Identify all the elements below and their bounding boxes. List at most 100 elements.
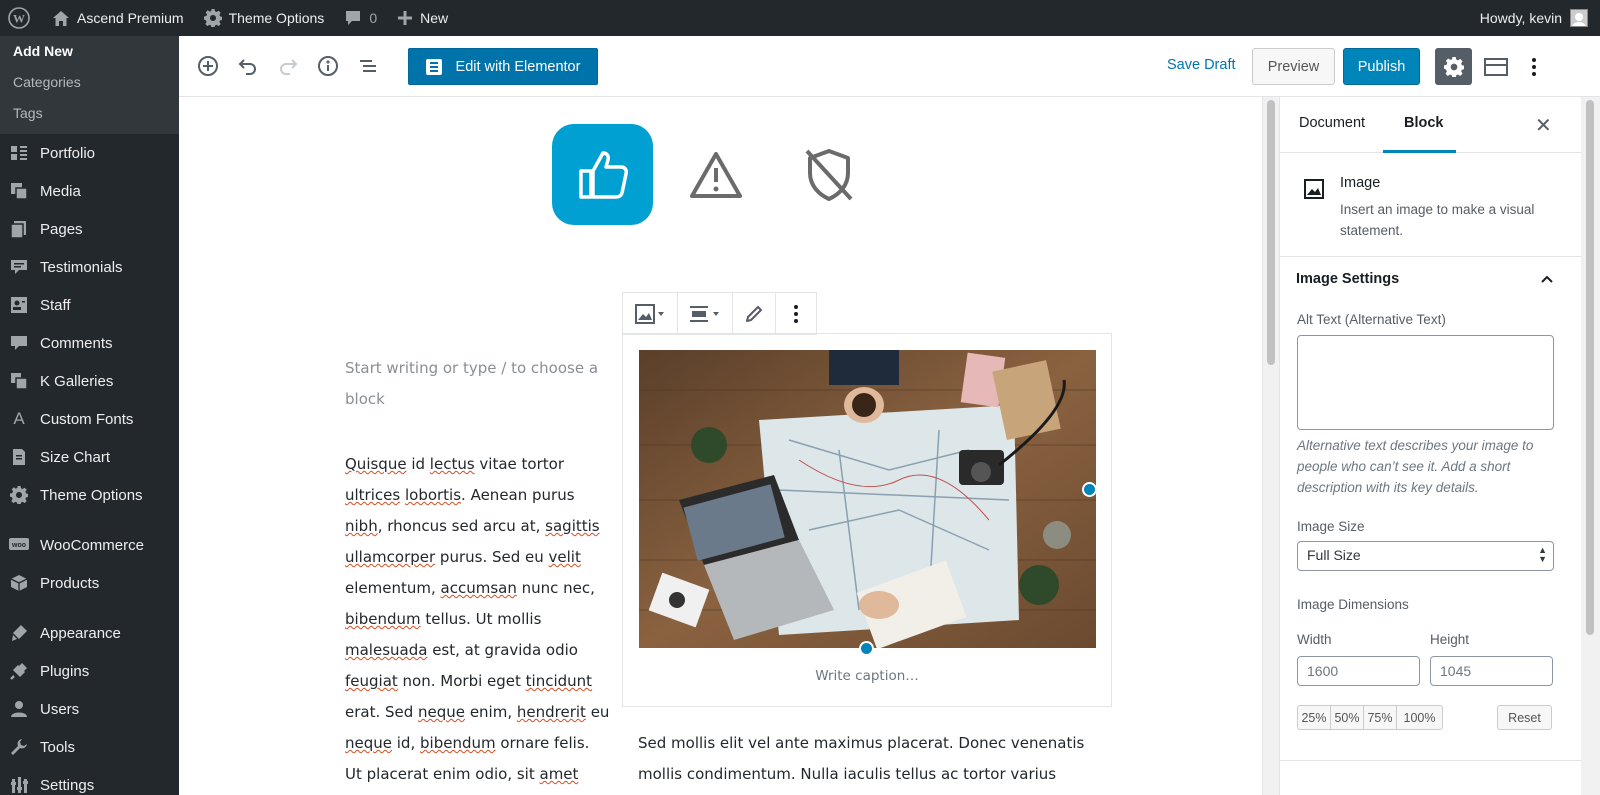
paragraph-line: mollis condimentum. Nulla iaculis tellus… — [638, 765, 1057, 783]
wordpress-logo-icon[interactable]: W — [0, 0, 38, 36]
thumbs-up-tile[interactable] — [552, 124, 653, 225]
sidebar-item-testimonials[interactable]: Testimonials — [0, 248, 179, 286]
scale-100-button[interactable]: 100% — [1397, 706, 1442, 729]
tab-block[interactable]: Block — [1404, 115, 1444, 131]
image-dimensions-label: Image Dimensions — [1297, 597, 1409, 612]
sidebar-item-products[interactable]: Products — [0, 564, 179, 602]
block-placeholder[interactable]: Start writing or type / to choose a bloc… — [345, 353, 605, 415]
menu-separator — [0, 602, 179, 614]
image-settings-heading[interactable]: Image Settings — [1296, 271, 1399, 287]
image-icon — [1303, 178, 1325, 205]
publish-button[interactable]: Publish — [1343, 48, 1420, 85]
sidebar-item-size-chart[interactable]: Size Chart — [0, 438, 179, 476]
menu-separator — [0, 514, 179, 526]
width-input[interactable]: 1600 — [1297, 656, 1420, 686]
sidebar-item-label: Comments — [40, 334, 113, 352]
alt-text-input[interactable] — [1297, 335, 1554, 430]
submenu-item-tags[interactable]: Tags — [0, 101, 179, 132]
more-options-button[interactable] — [1515, 48, 1552, 85]
change-block-type-button[interactable] — [623, 293, 678, 334]
image-caption-input[interactable]: Write caption… — [623, 668, 1111, 684]
sidebar-item-users[interactable]: Users — [0, 690, 179, 728]
sidebar-item-staff[interactable]: Staff — [0, 286, 179, 324]
block-more-options-button[interactable] — [776, 293, 816, 334]
sidebar-item-tools[interactable]: Tools — [0, 728, 179, 766]
canvas-scrollbar[interactable] — [1262, 97, 1279, 795]
close-icon[interactable]: ✕ — [1535, 113, 1552, 138]
comments-link[interactable]: 0 — [336, 0, 385, 36]
block-toolbar — [622, 292, 817, 335]
new-label: New — [420, 10, 449, 26]
height-input[interactable]: 1045 — [1430, 656, 1553, 686]
tab-document[interactable]: Document — [1299, 115, 1365, 131]
shield-off-icon — [805, 148, 852, 201]
reset-size-button[interactable]: Reset — [1497, 705, 1552, 730]
preview-button[interactable]: Preview — [1252, 48, 1335, 85]
sidebar-item-label: Pages — [40, 220, 83, 238]
admin-bar: W Ascend Premium Theme Options 0 New How… — [0, 0, 1600, 36]
sidebar-item-settings[interactable]: Settings — [0, 766, 179, 795]
sidebar-item-plugins[interactable]: Plugins — [0, 652, 179, 690]
appearance-icon — [9, 623, 29, 643]
scrollbar-thumb[interactable] — [1267, 100, 1275, 365]
scale-button-group: 25% 50% 75% 100% — [1297, 705, 1443, 730]
site-name: Ascend Premium — [77, 10, 184, 26]
paragraph-block-2[interactable]: Sed mollis elit vel ante maximus placera… — [638, 728, 1098, 790]
account-menu[interactable]: Howdy, kevin — [1480, 0, 1588, 36]
change-alignment-button[interactable] — [678, 293, 733, 334]
edit-with-elementor-button[interactable]: Edit with Elementor — [408, 48, 598, 85]
sidebar-item-label: Size Chart — [40, 448, 111, 466]
sidebar-scrollbar[interactable] — [1581, 97, 1600, 795]
undo-button[interactable] — [228, 46, 268, 86]
sidebar-item-label: Products — [40, 574, 100, 592]
scale-25-button[interactable]: 25% — [1298, 706, 1331, 729]
scrollbar-thumb[interactable] — [1586, 100, 1594, 635]
chevron-up-icon[interactable] — [1539, 271, 1555, 292]
theme-options-link[interactable]: Theme Options — [196, 0, 333, 36]
add-block-button[interactable] — [188, 46, 228, 86]
content-info-button[interactable] — [308, 46, 348, 86]
settings-toggle-button[interactable] — [1435, 48, 1472, 85]
image-block[interactable]: Write caption… — [622, 333, 1112, 707]
resize-handle-bottom[interactable] — [859, 641, 874, 656]
sidebar-item-label: Plugins — [40, 662, 90, 680]
sidebar-item-custom-fonts[interactable]: A Custom Fonts — [0, 400, 179, 438]
submenu-item-categories[interactable]: Categories — [0, 70, 179, 101]
travel-map-photo[interactable] — [639, 350, 1096, 648]
warning-tile[interactable] — [665, 124, 766, 225]
howdy-greeting: Howdy, kevin — [1479, 10, 1562, 26]
edit-image-button[interactable] — [733, 293, 776, 334]
comments-count: 0 — [369, 10, 378, 26]
shield-off-tile[interactable] — [778, 124, 879, 225]
scale-50-button[interactable]: 50% — [1331, 706, 1364, 729]
sidebar-item-appearance[interactable]: Appearance — [0, 614, 179, 652]
sidebar-item-woocommerce[interactable]: woo WooCommerce — [0, 526, 179, 564]
new-content-link[interactable]: New — [389, 0, 456, 36]
portfolio-icon — [9, 143, 29, 163]
image-size-select[interactable]: Full Size ▲ ▼ — [1297, 541, 1554, 571]
sidebar-item-media[interactable]: Media — [0, 172, 179, 210]
resize-handle-right[interactable] — [1082, 482, 1097, 497]
admin-sidebar: Add New Categories Tags Portfolio Media … — [0, 36, 179, 795]
scale-75-button[interactable]: 75% — [1364, 706, 1397, 729]
block-navigation-button[interactable] — [348, 46, 388, 86]
sidebar-item-label: Custom Fonts — [40, 410, 134, 428]
gear-icon — [9, 485, 29, 505]
redo-button[interactable] — [268, 46, 308, 86]
site-name-link[interactable]: Ascend Premium — [44, 0, 192, 36]
sidebar-layout-button[interactable] — [1477, 48, 1514, 85]
sidebar-item-theme-options[interactable]: Theme Options — [0, 476, 179, 514]
staff-icon — [9, 295, 29, 315]
undo-icon — [238, 59, 256, 75]
gear-icon — [1443, 56, 1464, 77]
elementor-label: Edit with Elementor — [455, 58, 581, 75]
submenu-item-add-new[interactable]: Add New — [0, 39, 179, 70]
paragraph-block[interactable]: Quisque id lectus vitae tortor ultrices … — [345, 449, 610, 790]
sidebar-item-portfolio[interactable]: Portfolio — [0, 134, 179, 172]
sidebar-item-comments[interactable]: Comments — [0, 324, 179, 362]
theme-options-label: Theme Options — [228, 10, 325, 26]
sidebar-item-k-galleries[interactable]: K Galleries — [0, 362, 179, 400]
pages-icon — [9, 219, 29, 239]
sidebar-item-pages[interactable]: Pages — [0, 210, 179, 248]
save-draft-button[interactable]: Save Draft — [1167, 57, 1236, 73]
